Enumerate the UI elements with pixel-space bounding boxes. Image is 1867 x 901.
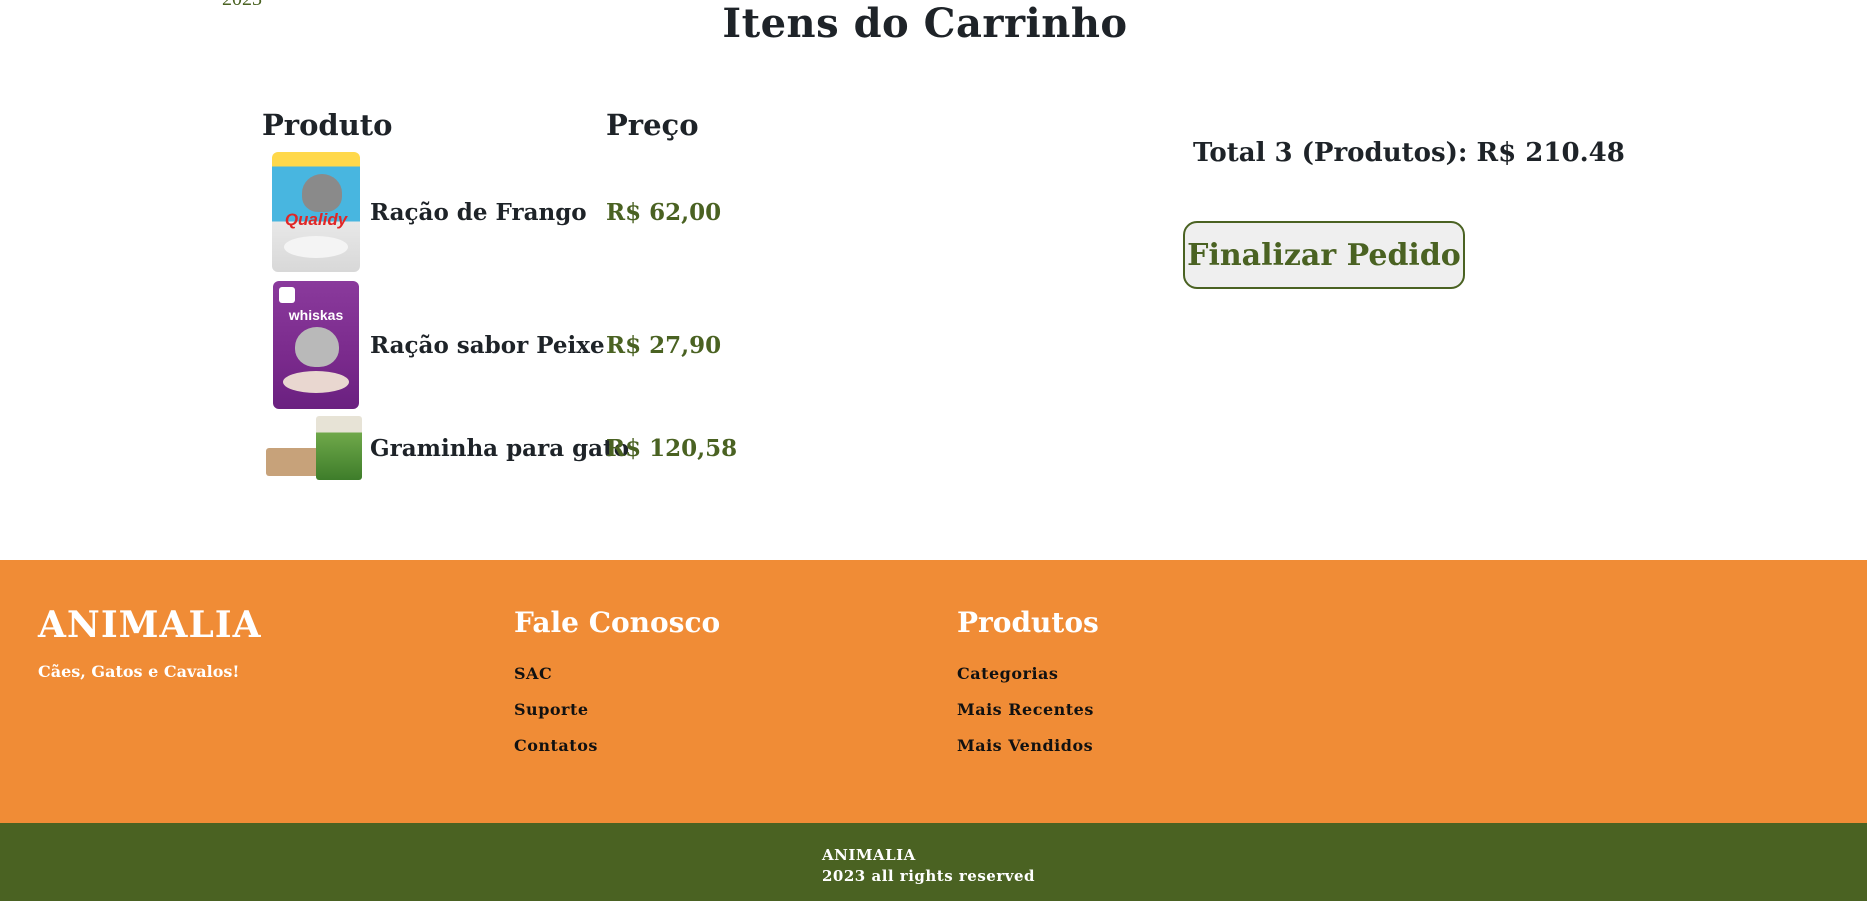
planter-box-illustration [266,448,320,476]
copyright-text: ANIMALIA 2023 all rights reserved [822,845,1035,887]
footer-link-categorias[interactable]: Categorias [957,664,1058,683]
cat-illustration [295,327,339,367]
food-plate-illustration [283,371,349,393]
column-header-price: Preço [606,108,699,142]
cart-item-row: Graminha para gato R$ 120,58 [262,416,742,480]
column-header-product: Produto [262,108,393,142]
cart-item-price: R$ 62,00 [606,198,722,226]
copyright-brand: ANIMALIA [822,846,916,864]
footer-link-mais-vendidos[interactable]: Mais Vendidos [957,736,1093,755]
footer-link-suporte[interactable]: Suporte [514,700,589,719]
finalize-order-button[interactable]: Finalizar Pedido [1183,221,1465,289]
footer-link-sac[interactable]: SAC [514,664,552,683]
copyright-bar: ANIMALIA 2023 all rights reserved [0,823,1867,901]
footer-products-title: Produtos [957,606,1099,639]
cart-item-name: Ração de Frango [370,198,587,226]
brand-logo: whiskas [288,307,344,323]
product-image-qualidy: Qualidy [262,152,370,272]
cart-item-name: Ração sabor Peixe [370,331,605,359]
cart-item-price: R$ 120,58 [606,434,738,462]
product-image-cat-grass [262,416,370,480]
footer-link-contatos[interactable]: Contatos [514,736,598,755]
footer-contact-title: Fale Conosco [514,606,721,639]
footer-link-mais-recentes[interactable]: Mais Recentes [957,700,1094,719]
cat-illustration [302,174,342,212]
footer-brand: ANIMALIA [38,604,262,646]
product-image-whiskas: whiskas [262,281,370,409]
grass-bag-illustration [316,416,362,480]
cart-item-row: whiskas Ração sabor Peixe R$ 27,90 [262,281,742,409]
footer-tagline: Cães, Gatos e Cavalos! [38,662,240,681]
copyright-rights: 2023 all rights reserved [822,867,1035,885]
cart-total: Total 3 (Produtos): R$ 210.48 [1193,138,1625,168]
cart-item-price: R$ 27,90 [606,331,722,359]
brand-logo: Qualidy [284,210,348,229]
site-footer: ANIMALIA Cães, Gatos e Cavalos! Fale Con… [0,560,1867,823]
pack-badge [279,287,295,303]
cart-item-row: Qualidy Ração de Frango R$ 62,00 [262,152,742,272]
food-bowl-illustration [284,236,348,258]
page-title: Itens do Carrinho [722,0,1128,47]
cart-item-name: Graminha para gato [370,434,630,462]
